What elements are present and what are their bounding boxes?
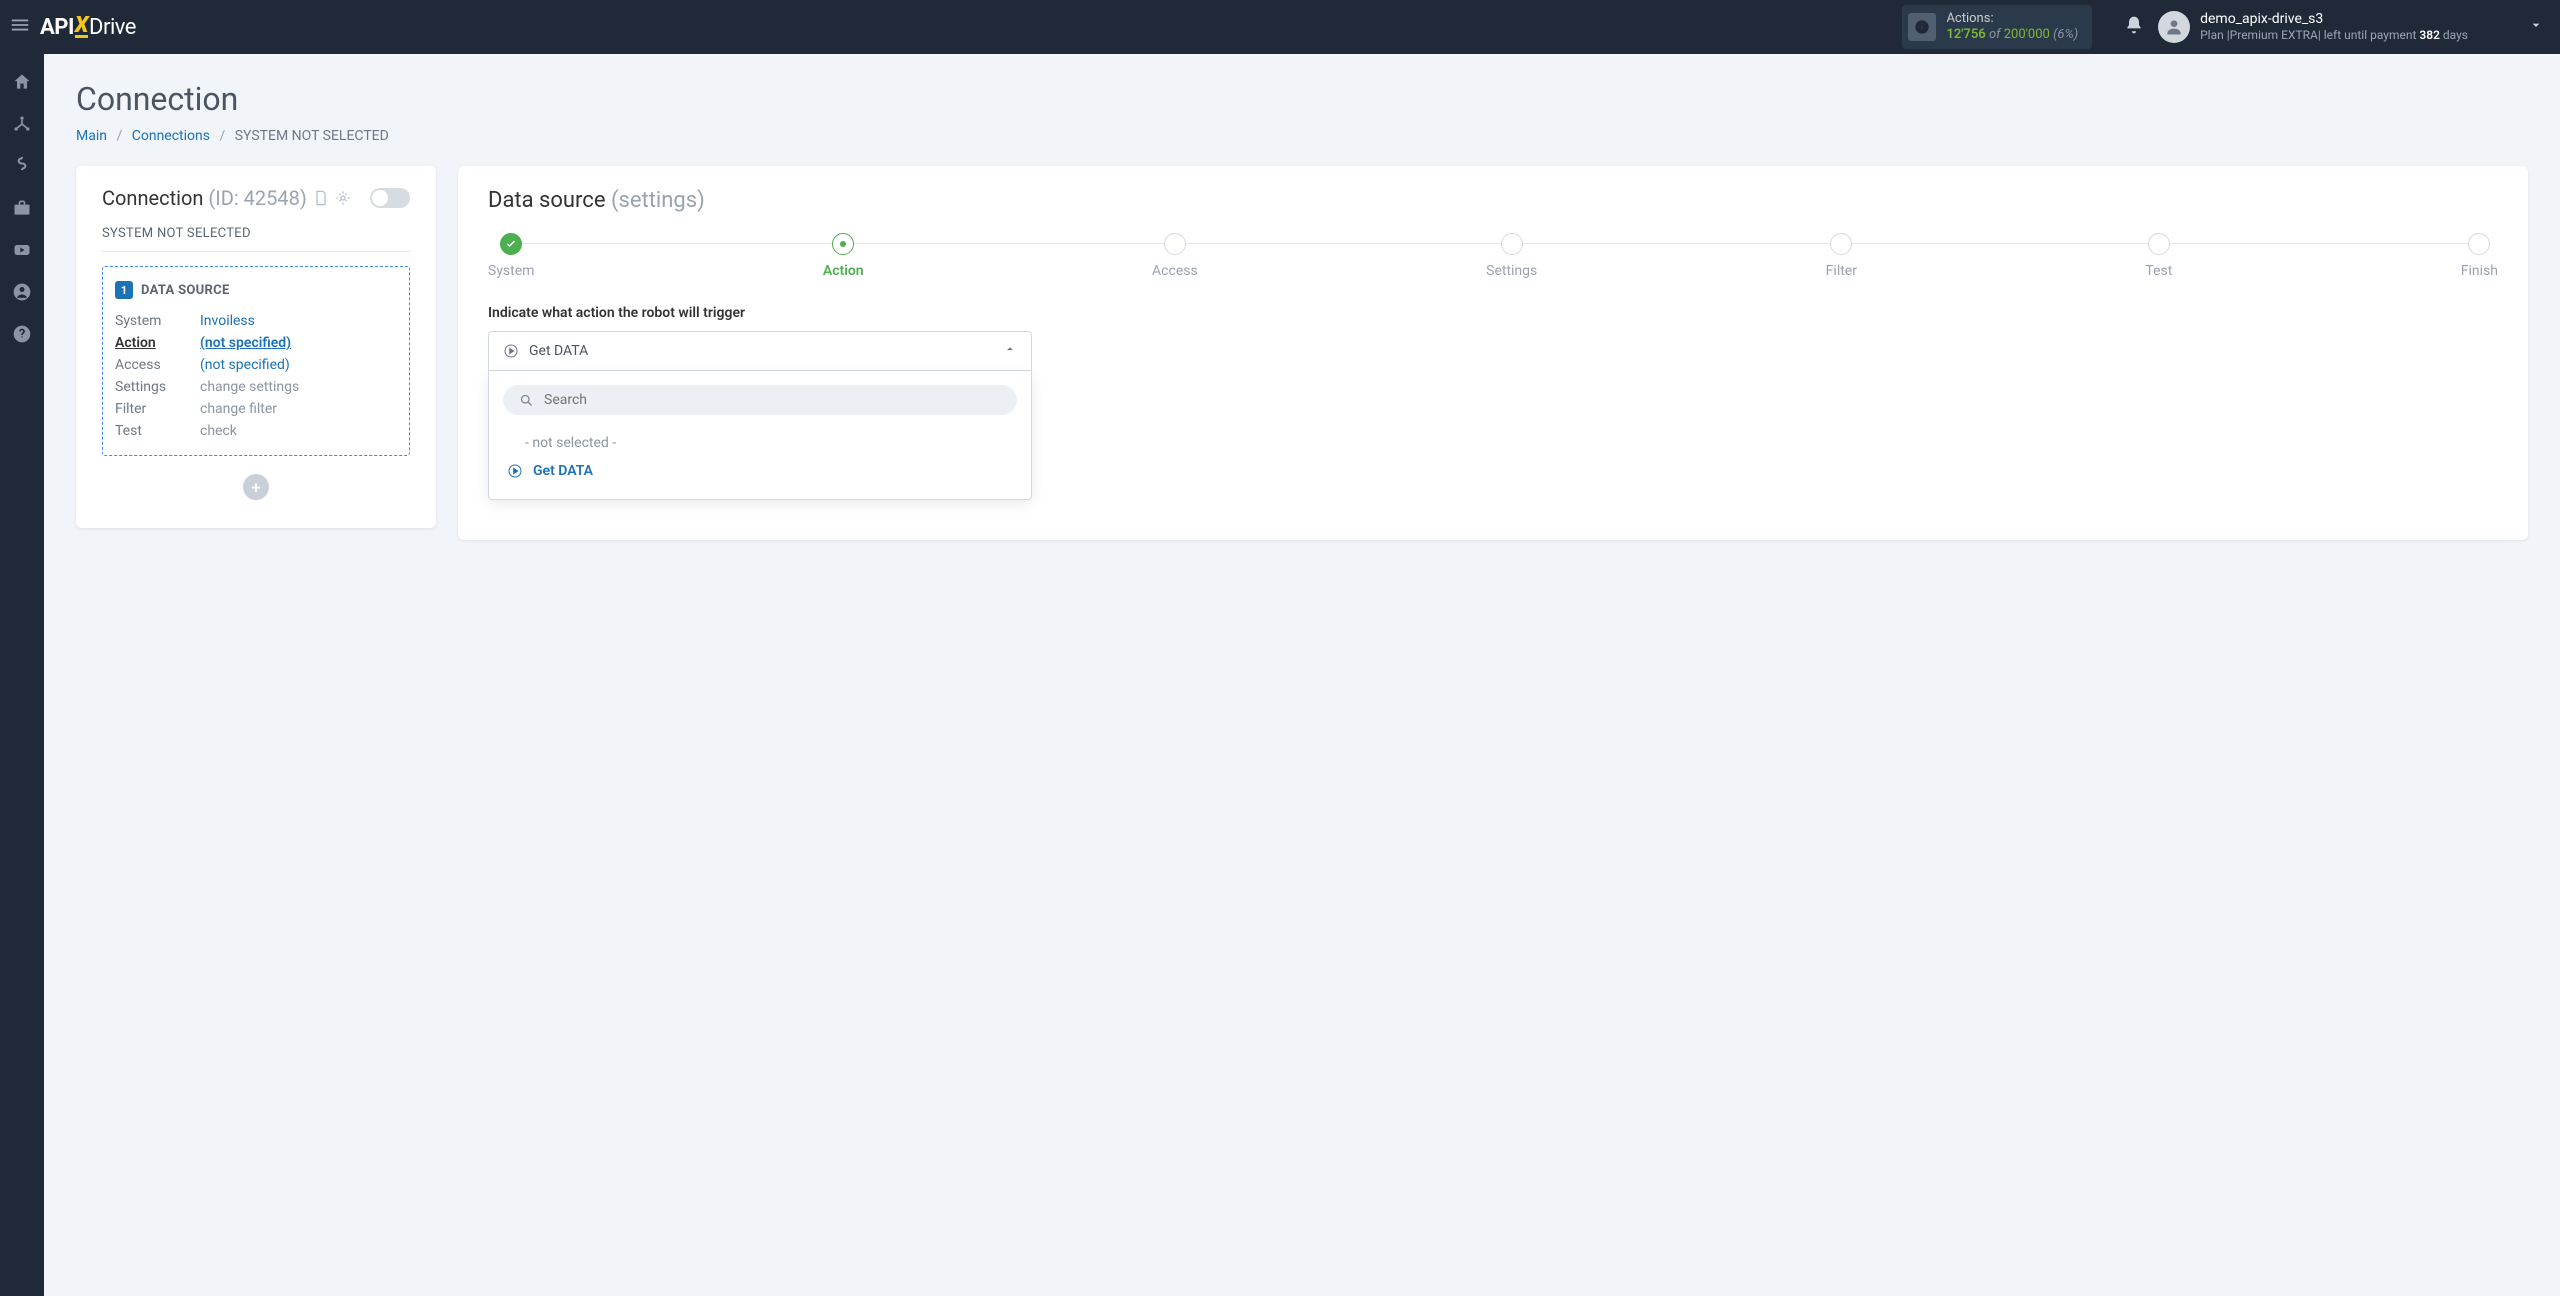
breadcrumb: Main / Connections / SYSTEM NOT SELECTED	[76, 128, 2528, 144]
chevron-up-icon	[1003, 342, 1017, 360]
step-system[interactable]: System	[488, 233, 534, 279]
actions-text: Actions: 12'756 of 200'000 (6%)	[1946, 11, 2078, 44]
chevron-down-icon	[2528, 17, 2544, 37]
actions-counter[interactable]: Actions: 12'756 of 200'000 (6%)	[1902, 5, 2092, 50]
gear-icon[interactable]	[335, 190, 351, 206]
row-action-val[interactable]: (not specified)	[200, 335, 397, 351]
settings-card: Data source (settings) System Action Acc…	[458, 166, 2528, 540]
row-access-val[interactable]: (not specified)	[200, 357, 397, 373]
sidebar-video-icon[interactable]	[12, 240, 32, 260]
connection-toggle[interactable]	[370, 188, 410, 208]
row-test-val[interactable]: check	[200, 423, 397, 439]
add-step-button[interactable]: +	[243, 474, 269, 500]
sidebar-billing-icon[interactable]	[12, 156, 32, 176]
user-plan: Plan |Premium EXTRA| left until payment …	[2200, 28, 2468, 42]
settings-title: Data source (settings)	[488, 188, 2498, 213]
row-settings-key: Settings	[115, 379, 200, 395]
page-title: Connection	[76, 80, 2528, 118]
row-action-key: Action	[115, 335, 200, 351]
row-settings-val[interactable]: change settings	[200, 379, 397, 395]
data-source-title: DATA SOURCE	[141, 283, 230, 298]
notifications-icon[interactable]	[2124, 15, 2144, 39]
crumb-current: SYSTEM NOT SELECTED	[235, 128, 389, 144]
row-system-val[interactable]: Invoiless	[200, 313, 397, 329]
crumb-main[interactable]: Main	[76, 128, 107, 144]
menu-toggle[interactable]	[0, 14, 40, 40]
sidebar	[0, 54, 44, 1296]
sidebar-connections-icon[interactable]	[12, 114, 32, 134]
action-select[interactable]: Get DATA	[488, 331, 1032, 371]
sidebar-account-icon[interactable]	[12, 282, 32, 302]
option-get-data[interactable]: Get DATA	[503, 457, 1017, 485]
step-test[interactable]: Test	[2145, 233, 2172, 279]
row-filter-key: Filter	[115, 401, 200, 417]
row-test-key: Test	[115, 423, 200, 439]
sidebar-briefcase-icon[interactable]	[12, 198, 32, 218]
wizard-steps: System Action Access Settings Filter Tes…	[488, 233, 2498, 279]
step-access[interactable]: Access	[1152, 233, 1198, 279]
step-action[interactable]: Action	[823, 233, 864, 279]
logo-drive: Drive	[89, 15, 136, 40]
action-select-value: Get DATA	[529, 343, 993, 359]
sidebar-home-icon[interactable]	[12, 72, 32, 92]
play-icon	[503, 343, 519, 359]
step-filter[interactable]: Filter	[1826, 233, 1857, 279]
step-finish[interactable]: Finish	[2461, 233, 2498, 279]
document-icon[interactable]	[313, 190, 329, 206]
row-filter-val[interactable]: change filter	[200, 401, 397, 417]
sidebar-help-icon[interactable]	[12, 324, 32, 344]
data-source-box: 1 DATA SOURCE System Invoiless Action (n…	[102, 266, 410, 456]
dropdown-search[interactable]	[503, 385, 1017, 415]
connection-title: Connection (ID: 42548)	[102, 186, 307, 210]
logo[interactable]: API X Drive	[40, 15, 136, 40]
user-menu[interactable]: demo_apix-drive_s3 Plan |Premium EXTRA| …	[2158, 11, 2544, 43]
connection-card: Connection (ID: 42548) SYSTEM NOT SELECT…	[76, 166, 436, 528]
play-icon	[507, 463, 523, 479]
step-badge: 1	[115, 281, 133, 299]
option-not-selected[interactable]: - not selected -	[503, 429, 1017, 457]
row-system-key: System	[115, 313, 200, 329]
user-name: demo_apix-drive_s3	[2200, 11, 2468, 28]
action-field-label: Indicate what action the robot will trig…	[488, 305, 2498, 321]
row-access-key: Access	[115, 357, 200, 373]
crumb-connections[interactable]: Connections	[132, 128, 210, 144]
search-icon	[519, 393, 534, 408]
search-input[interactable]	[544, 392, 1001, 408]
action-dropdown: - not selected - Get DATA	[488, 371, 1032, 500]
logo-x: X	[75, 16, 88, 39]
step-settings[interactable]: Settings	[1486, 233, 1537, 279]
info-icon	[1908, 13, 1936, 41]
logo-api: API	[40, 15, 74, 40]
connection-subtitle: SYSTEM NOT SELECTED	[102, 226, 410, 252]
avatar-icon	[2158, 11, 2190, 43]
